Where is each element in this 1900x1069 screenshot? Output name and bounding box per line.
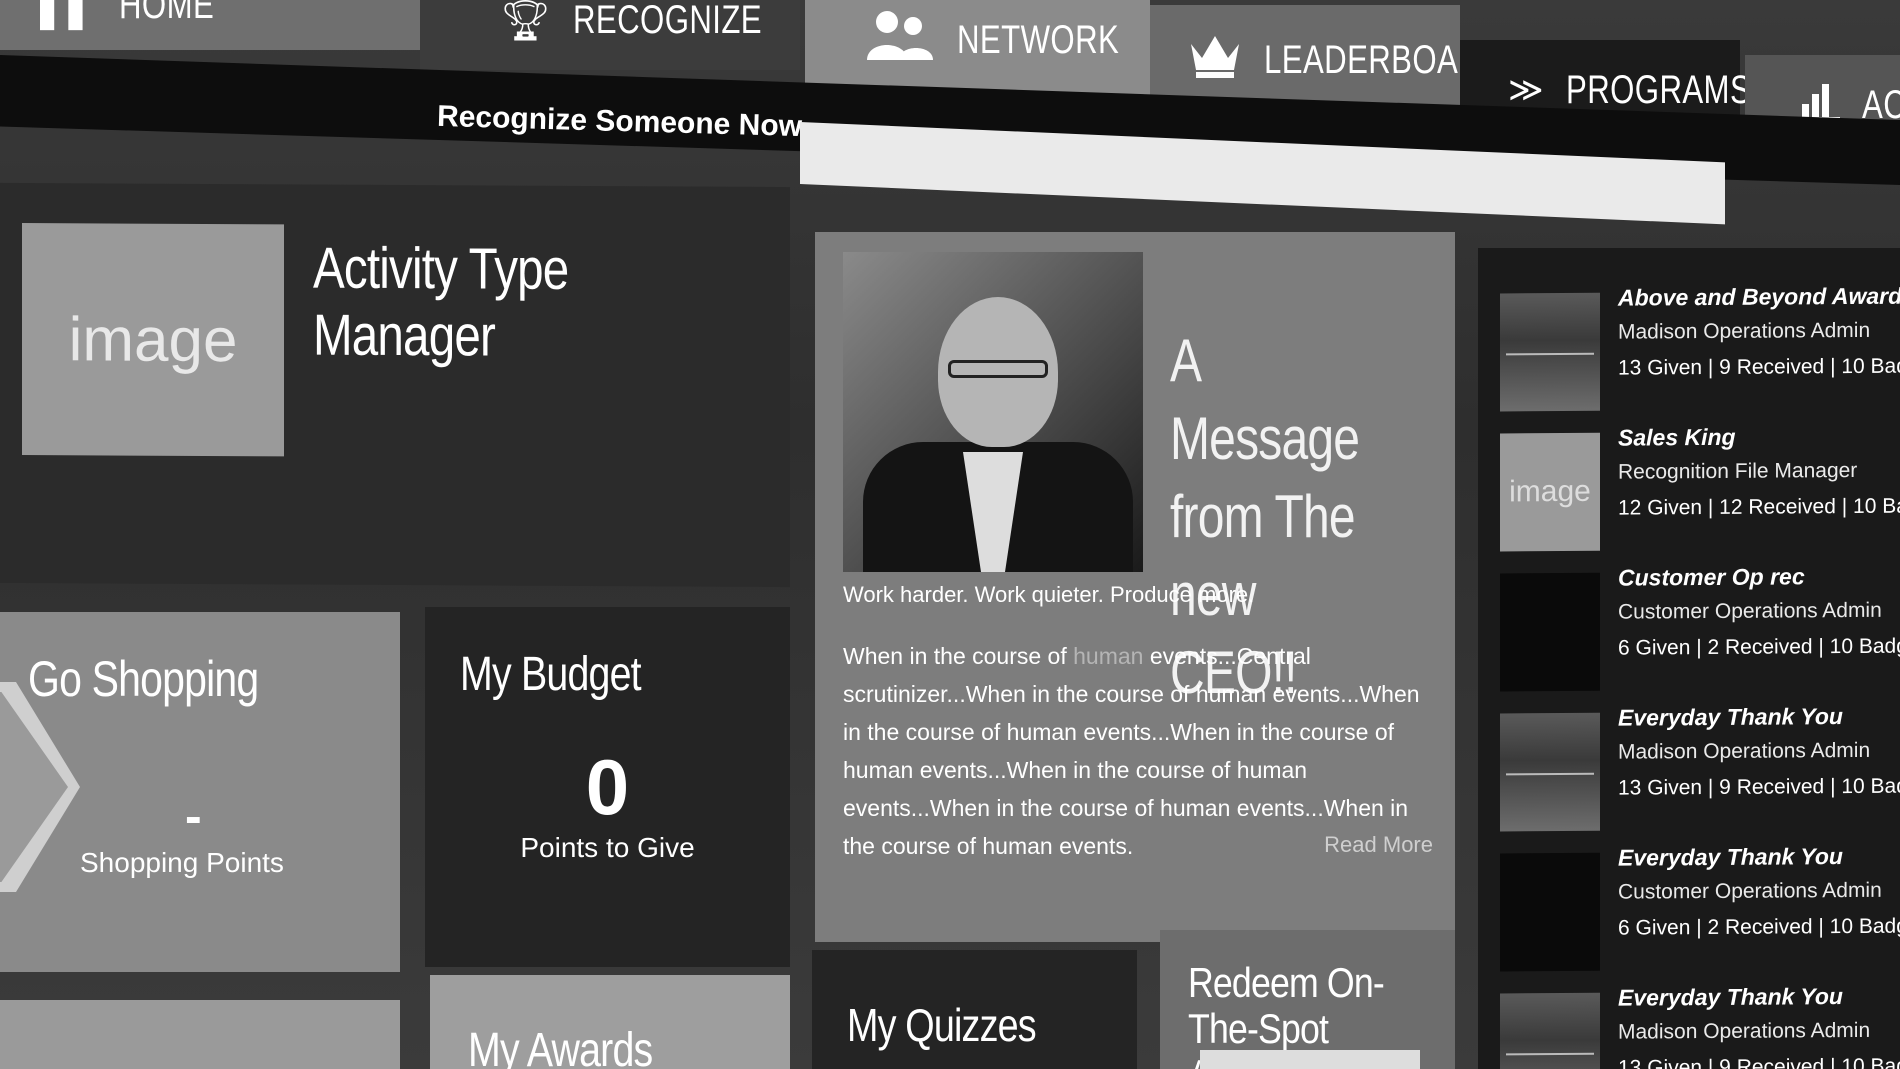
- award-list-item[interactable]: image Sales King Recognition File Manager 1…: [1500, 423, 1900, 552]
- award-stats: 13 Given | 9 Received | 10 Badges: [1618, 354, 1900, 380]
- tab-home-label: HOME: [118, 0, 214, 27]
- home-icon: ▌▌: [40, 0, 97, 27]
- bottom-left-tile[interactable]: [0, 1000, 400, 1069]
- award-list-item[interactable]: Everyday Thank You Customer Operations Ad…: [1500, 843, 1900, 972]
- award-list-item[interactable]: Above and Beyond Award Madison Operations…: [1500, 282, 1900, 412]
- award-thumbnail: [1500, 292, 1600, 412]
- award-thumbnail: [1500, 712, 1600, 832]
- award-thumbnail: image: [1500, 432, 1600, 552]
- message-body-faded: human: [1073, 643, 1144, 669]
- activity-type-manager-tile[interactable]: image Activity Type Manager: [0, 182, 790, 588]
- message-tagline: Work harder. Work quieter. Produce more.: [843, 582, 1255, 607]
- go-shopping-tile[interactable]: Go Shopping - Shopping Points: [0, 612, 400, 972]
- award-stats: 13 Given | 9 Received | 10 Badges: [1618, 774, 1900, 800]
- fish-icon: ≫: [1508, 71, 1544, 109]
- message-body-rest: events...Central scrutinizer...When in t…: [843, 643, 1420, 859]
- my-awards-tile[interactable]: My Awards: [430, 975, 790, 1069]
- people-icon: [865, 8, 935, 73]
- budget-value: 0: [585, 743, 630, 831]
- tab-network[interactable]: NETWORK: [805, 0, 1150, 95]
- award-stats: 12 Given | 12 Received | 10 Badges: [1618, 494, 1900, 520]
- message-body: When in the course of human events...Cen…: [843, 637, 1423, 865]
- tab-recognize-label: RECOGNIZE: [572, 0, 762, 42]
- image-placeholder: image: [22, 223, 284, 457]
- crown-icon: [1188, 32, 1242, 88]
- award-owner: Madison Operations Admin: [1618, 318, 1871, 344]
- award-list-item[interactable]: Everyday Thank You Madison Operations Adm…: [1500, 703, 1900, 832]
- tile-title: My Quizzes: [847, 999, 1037, 1051]
- award-owner: Customer Operations Admin: [1618, 878, 1882, 904]
- award-thumbnail: [1500, 852, 1600, 972]
- award-thumbnail: [1500, 572, 1600, 692]
- award-stats: 6 Given | 2 Received | 10 Badges: [1618, 634, 1900, 660]
- award-thumbnail: [1500, 992, 1600, 1069]
- tab-recognize[interactable]: 🏆︎ RECOGNIZE: [420, 0, 800, 70]
- tab-network-label: NETWORK: [957, 17, 1120, 62]
- award-name: Customer Op rec: [1618, 563, 1805, 591]
- tile-title: My Budget: [460, 648, 642, 701]
- redeem-bar: [1200, 1050, 1420, 1069]
- ceo-photo: [843, 252, 1143, 572]
- award-owner: Madison Operations Admin: [1618, 1018, 1871, 1044]
- award-owner: Madison Operations Admin: [1618, 738, 1871, 764]
- award-name: Above and Beyond Award: [1618, 282, 1900, 311]
- redeem-award-tile[interactable]: Redeem On-The-Spot Award: [1160, 930, 1455, 1069]
- award-name: Everyday Thank You: [1618, 843, 1843, 871]
- tab-home[interactable]: ▌▌ HOME: [0, 0, 420, 50]
- award-list-item[interactable]: Everyday Thank You Madison Operations Adm…: [1500, 983, 1900, 1069]
- ceo-message-tile[interactable]: A Message from The new CEO!! Work harder…: [815, 232, 1455, 942]
- my-quizzes-tile[interactable]: My Quizzes: [812, 950, 1137, 1069]
- tile-title: My Awards: [468, 1024, 653, 1069]
- shopping-points-label: Shopping Points: [80, 847, 284, 878]
- award-name: Sales King: [1618, 423, 1736, 451]
- awards-feed: Above and Beyond Award Madison Operations…: [1478, 248, 1900, 1069]
- tile-title: Activity Type Manager: [313, 235, 569, 369]
- award-owner: Customer Operations Admin: [1618, 598, 1882, 624]
- budget-label: Points to Give: [520, 832, 695, 863]
- message-body-start: When in the course of: [843, 643, 1074, 669]
- image-placeholder-text: image: [68, 304, 238, 375]
- award-name: Everyday Thank You: [1618, 703, 1843, 731]
- award-name: Everyday Thank You: [1618, 983, 1843, 1011]
- my-budget-tile[interactable]: My Budget 0 Points to Give: [425, 607, 790, 967]
- tile-title: Go Shopping: [28, 651, 259, 707]
- tab-programs-label: PROGRAMS: [1565, 67, 1751, 112]
- award-owner: Recognition File Manager: [1618, 458, 1858, 484]
- award-stats: 13 Given | 9 Received | 10 Badges: [1618, 1054, 1900, 1069]
- award-stats: 6 Given | 2 Received | 10 Badges: [1618, 914, 1900, 940]
- shopping-points-value: -: [185, 788, 202, 844]
- award-list-item[interactable]: Customer Op rec Customer Operations Admin…: [1500, 563, 1900, 692]
- read-more-link[interactable]: Read More: [1324, 832, 1433, 858]
- trophy-icon: 🏆︎: [500, 0, 551, 43]
